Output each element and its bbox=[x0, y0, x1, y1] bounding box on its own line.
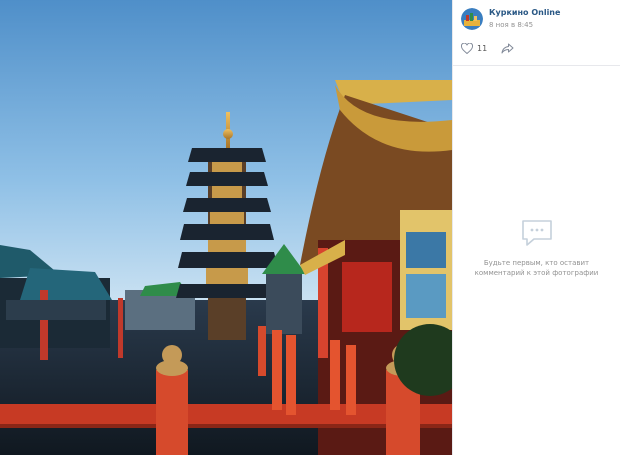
comments-empty-text: Будьте первым, кто оставит комментарий к… bbox=[474, 259, 599, 277]
like-count: 11 bbox=[477, 44, 488, 53]
community-logo-icon bbox=[461, 8, 483, 30]
post-date[interactable]: 8 ноя в 8:45 bbox=[489, 20, 560, 31]
heart-icon bbox=[461, 43, 473, 54]
speech-bubble-icon bbox=[521, 220, 552, 246]
photo-sidebar: Куркино Online 8 ноя в 8:45 11 Будьте пе… bbox=[452, 0, 620, 455]
share-arrow-icon bbox=[501, 43, 514, 54]
photo[interactable] bbox=[0, 0, 452, 455]
share-button[interactable] bbox=[501, 43, 514, 54]
post-actions: 11 bbox=[453, 32, 620, 66]
avatar[interactable] bbox=[461, 8, 483, 30]
pagoda-photo-image bbox=[0, 0, 452, 455]
photo-viewer: Куркино Online 8 ноя в 8:45 11 Будьте пе… bbox=[0, 0, 620, 455]
author-name[interactable]: Куркино Online bbox=[489, 7, 560, 18]
like-button[interactable]: 11 bbox=[461, 43, 487, 54]
comments-empty-state: Будьте первым, кто оставит комментарий к… bbox=[453, 218, 620, 278]
post-header: Куркино Online 8 ноя в 8:45 bbox=[453, 0, 620, 32]
